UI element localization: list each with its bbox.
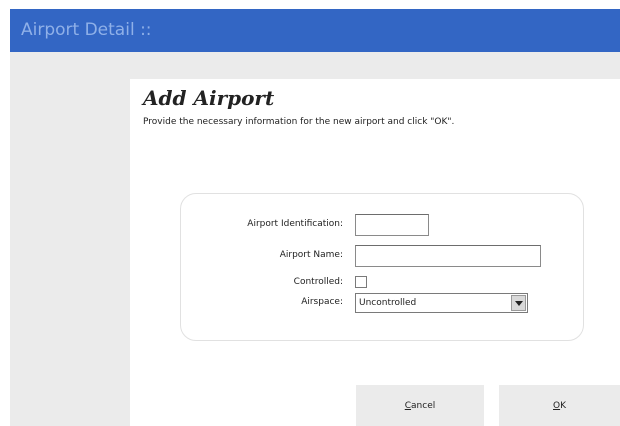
sidebar [10,79,130,426]
airspace-label: Airspace: [301,297,343,307]
airspace-selected-value: Uncontrolled [359,298,417,308]
controlled-label: Controlled: [293,277,343,287]
toolbar-strip [10,52,620,79]
airspace-select[interactable]: Uncontrolled [355,293,528,313]
airport-name-input[interactable] [355,245,541,267]
instructions-text: Provide the necessary information for th… [143,117,455,127]
ok-accelerator: O [553,400,561,411]
airport-identification-input[interactable] [355,214,429,236]
airport-form-panel: Airport Identification: Airport Name: Co… [180,193,584,341]
airport-detail-window: Airport Detail :: Add Airport Provide th… [10,9,620,426]
airport-name-label: Airport Name: [279,250,343,260]
airport-identification-label: Airport Identification: [247,219,343,229]
main-content: Add Airport Provide the necessary inform… [130,79,620,426]
ok-button[interactable]: OK [499,385,620,426]
cancel-button[interactable]: Cancel [356,385,484,426]
chevron-down-icon[interactable] [511,295,526,311]
controlled-checkbox[interactable] [355,276,367,288]
page-title: Add Airport [143,86,275,110]
cancel-label: ancel [411,400,436,411]
window-title: Airport Detail :: [10,9,620,52]
ok-label: K [560,400,566,411]
